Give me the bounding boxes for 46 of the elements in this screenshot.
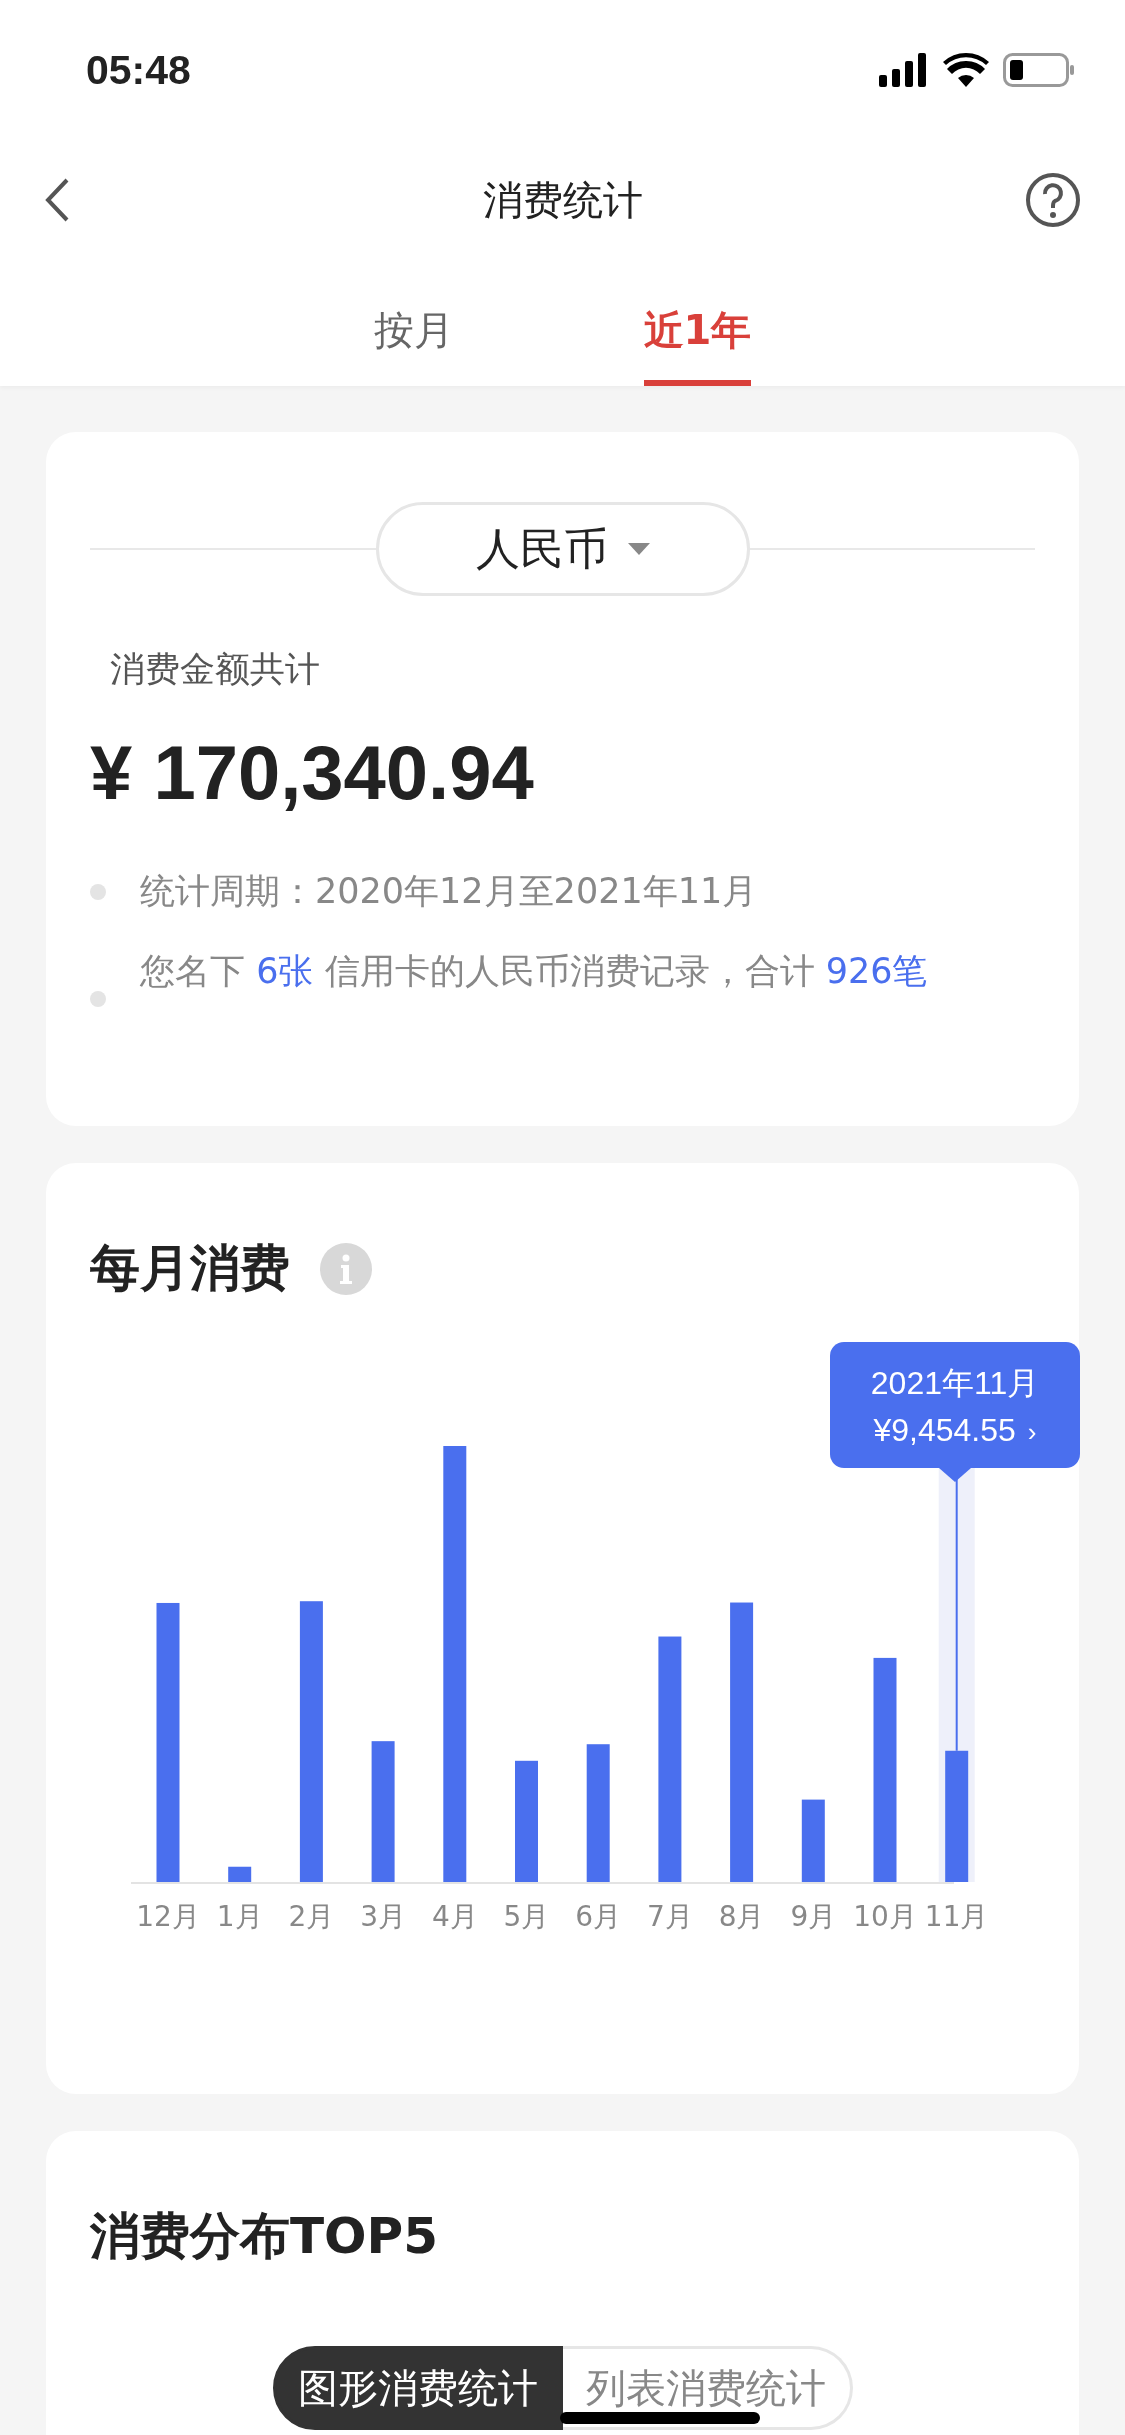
period-tab[interactable]: 近1年 <box>643 260 752 386</box>
battery-icon <box>1003 53 1075 87</box>
chart-bar[interactable] <box>299 1601 323 1882</box>
chart-bar[interactable] <box>945 1750 969 1882</box>
status-time: 05:48 <box>86 46 191 94</box>
total-amount: ¥ 170,340.94 <box>90 729 535 816</box>
axis-label: 3月 <box>360 1899 406 1935</box>
axis-label: 9月 <box>790 1899 837 1935</box>
view-toggle[interactable]: 图形消费统计 <box>272 2346 563 2430</box>
chart-bar[interactable] <box>801 1799 825 1882</box>
period-tab[interactable]: 按月 <box>373 260 454 386</box>
page-title: 消费统计 <box>482 175 643 225</box>
tooltip-amount: ¥9,454.55 › <box>873 1411 1037 1449</box>
view-toggle[interactable]: 列表消费统计 <box>562 2346 853 2430</box>
chart-bar[interactable] <box>371 1741 395 1882</box>
chart-bar[interactable] <box>228 1866 252 1882</box>
section-title: 消费分布TOP5 <box>90 2206 440 2267</box>
chart-bar[interactable] <box>730 1602 754 1882</box>
axis-label: 12月 <box>136 1899 200 1935</box>
chart-bar[interactable] <box>586 1744 610 1882</box>
help-icon[interactable] <box>1025 172 1081 228</box>
bullet-icon <box>90 884 106 900</box>
note-text: 统计周期：2020年12月至2021年11月 <box>140 870 759 913</box>
axis-label: 7月 <box>647 1899 693 1935</box>
note-text: 您名下 6张 信用卡的人民币消费记录，合计 926笔 <box>140 950 929 993</box>
chart-bar[interactable] <box>873 1657 897 1882</box>
axis-label: 2月 <box>288 1899 335 1935</box>
axis-label: 5月 <box>503 1899 550 1935</box>
caret-icon <box>627 543 650 555</box>
tooltip-date: 2021年11月 <box>870 1363 1040 1403</box>
wifi-icon <box>943 53 989 87</box>
chart-bar[interactable] <box>156 1602 180 1882</box>
chart-bar[interactable] <box>443 1446 467 1882</box>
section-title: 每月消费 <box>90 1238 290 1299</box>
axis-label: 6月 <box>575 1899 622 1935</box>
axis-label: 8月 <box>718 1899 765 1935</box>
axis-label: 10月 <box>853 1899 917 1935</box>
axis-label: 4月 <box>431 1899 478 1935</box>
back-icon[interactable] <box>44 177 70 223</box>
bullet-icon <box>90 991 106 1007</box>
signal-icon <box>879 53 929 87</box>
total-label: 消费金额共计 <box>110 648 321 691</box>
axis-label: 11月 <box>924 1899 989 1935</box>
currency-dropdown[interactable]: 人民币 <box>375 502 750 596</box>
axis-label: 1月 <box>216 1899 263 1935</box>
chart-bar[interactable] <box>658 1636 682 1882</box>
